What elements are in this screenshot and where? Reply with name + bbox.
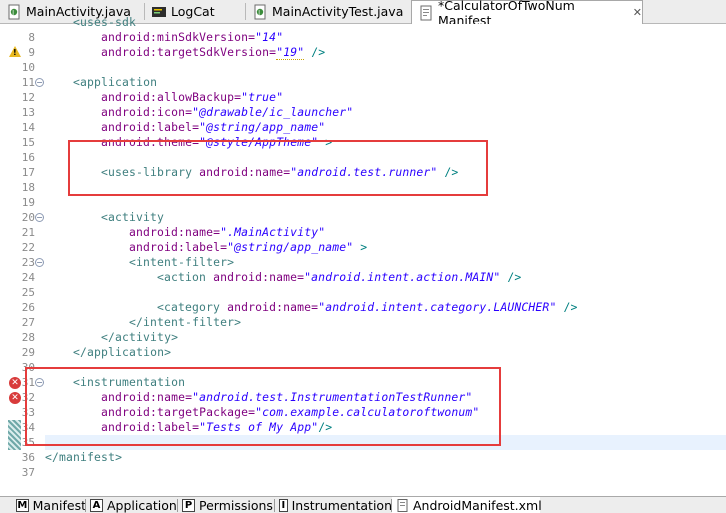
line-number: 37 <box>21 466 35 479</box>
code-line: </manifest> <box>45 450 123 464</box>
tab-label: Instrumentation <box>291 497 392 513</box>
line-number: 20 <box>21 211 35 224</box>
line-number: 24 <box>21 271 35 284</box>
java-file-icon: J <box>252 4 268 20</box>
fold-toggle-icon[interactable]: − <box>35 78 44 87</box>
fold-toggle-icon[interactable]: − <box>35 258 44 267</box>
code-line: <uses-sdk <box>73 15 137 29</box>
line-number: 14 <box>21 121 35 134</box>
tab-label: Manifest <box>32 497 86 513</box>
code-line: android:targetSdkVersion="19" /> <box>101 45 326 60</box>
line-number: 11 <box>21 76 35 89</box>
line-number: 21 <box>21 226 35 239</box>
logcat-icon <box>151 4 167 20</box>
manifest-icon <box>418 5 434 21</box>
code-line: <action android:name="android.intent.act… <box>157 270 522 284</box>
svg-text:J: J <box>257 9 260 16</box>
tab-application[interactable]: A Application <box>86 497 178 513</box>
line-number: 19 <box>21 196 35 209</box>
line-number: 17 <box>21 166 35 179</box>
close-icon[interactable]: ✕ <box>633 6 642 19</box>
line-number: 16 <box>21 151 35 164</box>
instrumentation-tab-icon: I <box>279 498 288 512</box>
tab-logcat[interactable]: LogCat <box>145 0 246 23</box>
highlight-box-instrumentation <box>25 367 501 446</box>
tab-label: LogCat <box>171 4 215 19</box>
line-number: 13 <box>21 106 35 119</box>
tab-androidmanifest-xml[interactable]: AndroidManifest.xml <box>392 497 542 513</box>
code-line: android:icon="@drawable/ic_launcher" <box>101 105 354 119</box>
line-number: 18 <box>21 181 35 194</box>
code-line: </application> <box>73 345 172 359</box>
xml-editor[interactable]: ! ✕ ✕ 8 9 10 11 12 13 14 15 16 17 18 19 … <box>0 15 726 496</box>
line-number: 10 <box>21 61 35 74</box>
line-number: 12 <box>21 91 35 104</box>
line-number: 9 <box>28 46 35 59</box>
tab-permissions[interactable]: P Permissions <box>178 497 275 513</box>
line-number: 23 <box>21 256 35 269</box>
application-tab-icon: A <box>90 498 103 512</box>
code-line: android:name=".MainActivity" <box>129 225 326 239</box>
svg-text:J: J <box>11 9 14 16</box>
line-number: 29 <box>21 346 35 359</box>
line-number: 22 <box>21 241 35 254</box>
xml-file-icon <box>396 498 409 512</box>
line-number: 28 <box>21 331 35 344</box>
tab-label: Application <box>107 497 177 513</box>
line-number: 15 <box>21 136 35 149</box>
code-line: <activity <box>101 210 165 224</box>
code-line: android:label="@string/app_name" > <box>129 240 368 254</box>
code-line: </intent-filter> <box>129 315 242 329</box>
permissions-tab-icon: P <box>182 498 195 512</box>
tab-manifest[interactable]: M Manifest <box>12 497 86 513</box>
manifest-tab-icon: M <box>16 498 29 512</box>
tab-manifest-editor[interactable]: *CalculatorOfTwoNum Manifest ✕ <box>411 0 643 28</box>
annotation-ruler <box>0 24 7 496</box>
line-number: 8 <box>28 31 35 44</box>
code-line: android:label="@string/app_name" <box>101 120 326 134</box>
tab-label: AndroidManifest.xml <box>413 497 542 513</box>
line-number: 26 <box>21 301 35 314</box>
tab-label: MainActivityTest.java <box>272 4 404 19</box>
code-line: <application <box>73 75 158 89</box>
line-number: 27 <box>21 316 35 329</box>
line-number: 36 <box>21 451 35 464</box>
code-line: android:allowBackup="true" <box>101 90 284 104</box>
tab-mainactivitytest-java[interactable]: J MainActivityTest.java <box>246 0 411 23</box>
tab-instrumentation[interactable]: I Instrumentation <box>275 497 392 513</box>
code-line: android:minSdkVersion="14" <box>101 30 284 44</box>
code-line: <category android:name="android.intent.c… <box>157 300 578 314</box>
manifest-editor-page-tabs: M Manifest A Application P Permissions I… <box>0 496 726 513</box>
highlight-box-uses-library <box>68 140 488 196</box>
code-line: </activity> <box>101 330 179 344</box>
code-line: <intent-filter> <box>129 255 235 269</box>
fold-toggle-icon[interactable]: − <box>35 213 44 222</box>
java-file-icon: J <box>6 4 22 20</box>
line-number: 25 <box>21 286 35 299</box>
tab-label: Permissions <box>199 497 273 513</box>
